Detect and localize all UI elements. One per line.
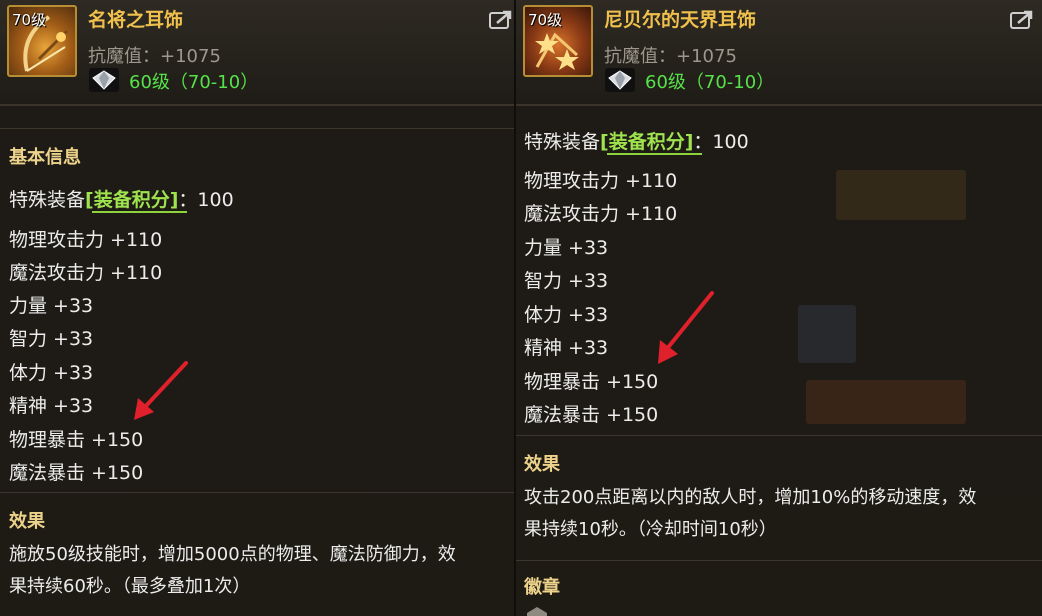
effect-line: 果持续10秒。（冷却时间10秒）: [524, 519, 777, 540]
share-icon[interactable]: [1009, 9, 1035, 31]
item-tooltip-left: 70级 名将之耳饰 抗魔值：+1075 60级（70-10） 基本信息 特殊装备…: [0, 0, 514, 616]
equipment-score-tag[interactable]: [装备积分]: [85, 189, 178, 211]
background-decoration: [806, 380, 966, 424]
divider: [516, 104, 1042, 106]
item-icon[interactable]: 70级: [7, 5, 77, 77]
diamond-icon: [89, 68, 119, 92]
item-tooltip-right: 70级 尼贝尔的天界耳饰 抗魔值：+1075 60级（70-10） 特殊装备[装…: [516, 0, 1042, 616]
red-arrow-icon: [134, 361, 188, 420]
magic-resist-value: 抗魔值：+1075: [604, 46, 737, 67]
level-requirement: 60级（70-10）: [645, 72, 775, 93]
stat-row: 精神 +33: [524, 337, 609, 359]
stat-row: 物理攻击力 +110: [9, 229, 163, 251]
stat-row: 魔法攻击力 +110: [9, 262, 163, 284]
stat-row: 魔法攻击力 +110: [524, 203, 678, 225]
stat-row: 物理攻击力 +110: [524, 170, 678, 192]
magic-resist-value: 抗魔值：+1075: [88, 46, 221, 67]
divider: [0, 492, 514, 493]
background-decoration: [798, 305, 856, 363]
section-effect: 效果: [524, 454, 560, 475]
stat-row: 物理暴击 +150: [9, 429, 144, 451]
stat-row: 体力 +33: [9, 362, 94, 384]
section-basic-info: 基本信息: [9, 147, 81, 168]
effect-description: 攻击200点距离以内的敌人时，增加10%的移动速度，效 果持续10秒。（冷却时间…: [524, 482, 1039, 546]
red-arrow-icon: [658, 291, 714, 364]
equipment-score-value: ：100: [693, 131, 749, 153]
effect-line: 果持续60秒。（最多叠加1次）: [9, 576, 251, 597]
stat-row: 魔法暴击 +150: [524, 404, 659, 426]
stat-row: 精神 +33: [9, 395, 94, 417]
stat-row: 智力 +33: [9, 328, 94, 350]
divider: [516, 560, 1042, 561]
divider: [0, 104, 514, 106]
tag-underline: [92, 211, 187, 213]
equipment-score-tag[interactable]: [装备积分]: [600, 131, 693, 153]
special-label: 特殊装备: [524, 131, 601, 153]
diamond-icon: [605, 68, 635, 92]
emblem-slot-icon[interactable]: [526, 606, 548, 616]
stat-row: 智力 +33: [524, 270, 609, 292]
level-requirement: 60级（70-10）: [129, 72, 259, 93]
equipment-score-value: ：100: [178, 189, 234, 211]
effect-description: 施放50级技能时，增加5000点的物理、魔法防御力，效 果持续60秒。（最多叠加…: [9, 539, 514, 603]
item-name: 尼贝尔的天界耳饰: [604, 9, 757, 31]
stat-row: 物理暴击 +150: [524, 371, 659, 393]
tooltip-header: 70级 尼贝尔的天界耳饰 抗魔值：+1075 60级（70-10）: [516, 0, 1042, 104]
special-equipment-row: 特殊装备[装备积分]：100: [9, 185, 234, 212]
stat-row: 魔法暴击 +150: [9, 462, 144, 484]
effect-line: 攻击200点距离以内的敌人时，增加10%的移动速度，效: [524, 487, 977, 508]
item-level-badge: 70级: [528, 11, 563, 29]
divider: [0, 128, 514, 129]
item-level-badge: 70级: [12, 11, 47, 29]
special-equipment-row: 特殊装备[装备积分]：100: [524, 127, 749, 154]
effect-line: 施放50级技能时，增加5000点的物理、魔法防御力，效: [9, 544, 456, 565]
divider: [516, 435, 1042, 436]
share-icon[interactable]: [488, 9, 514, 31]
item-icon[interactable]: 70级: [523, 5, 593, 77]
special-label: 特殊装备: [9, 189, 86, 211]
section-effect: 效果: [9, 511, 45, 532]
stat-row: 体力 +33: [524, 304, 609, 326]
tooltip-header: 70级 名将之耳饰 抗魔值：+1075 60级（70-10）: [0, 0, 514, 104]
background-decoration: [836, 170, 966, 220]
section-emblem: 徽章: [524, 577, 560, 598]
stat-row: 力量 +33: [9, 295, 94, 317]
stat-row: 力量 +33: [524, 237, 609, 259]
tag-underline: [607, 153, 702, 155]
item-name: 名将之耳饰: [88, 9, 184, 31]
tooltip-compare-view: 70级 名将之耳饰 抗魔值：+1075 60级（70-10） 基本信息 特殊装备…: [0, 0, 1042, 616]
